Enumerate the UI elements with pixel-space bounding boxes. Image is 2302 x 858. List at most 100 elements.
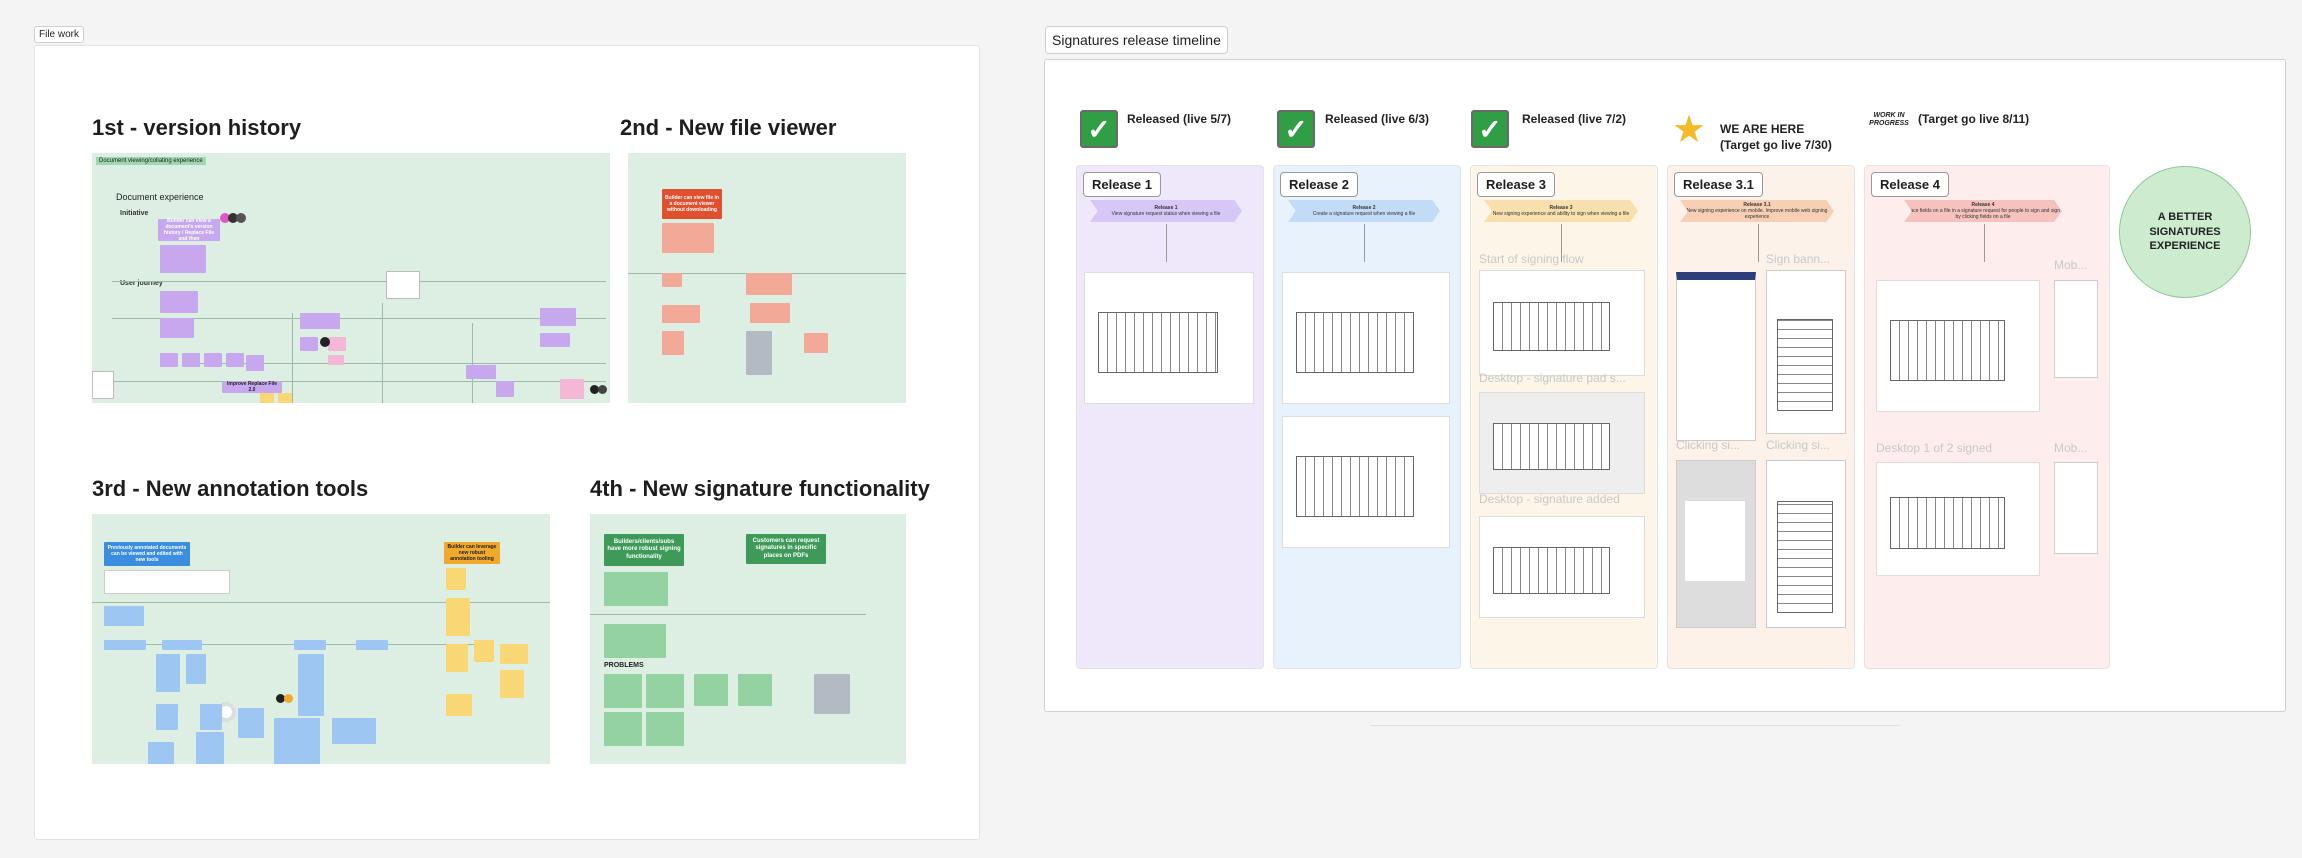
file-work-frame-tag[interactable]: File work [34,26,85,43]
release-3-tag[interactable]: Release 3 [1477,172,1555,197]
sticky-note[interactable] [604,572,668,606]
sticky-note[interactable] [260,393,274,403]
sticky-note[interactable] [540,333,570,347]
release-2-tag[interactable]: Release 2 [1280,172,1358,197]
sticky-note[interactable] [500,670,524,698]
sticky-note[interactable] [560,379,584,399]
sticky-note[interactable] [204,353,222,367]
sticky-note[interactable] [186,654,206,684]
sticky-note[interactable] [160,245,206,273]
sticky-note[interactable] [604,712,642,746]
sticky-annotated-documents[interactable]: Previously annotated documents can be vi… [104,542,190,566]
release-1-screenshot[interactable] [1084,272,1254,404]
sticky-note[interactable] [92,371,114,399]
sticky-note[interactable] [148,742,174,764]
sticky-note[interactable] [332,718,376,744]
sticky-note[interactable] [474,640,494,662]
signature-functionality-board[interactable]: Builders/clients/subs have more robust s… [590,514,906,764]
release-4-column[interactable] [1864,165,2110,669]
release-3-screenshot[interactable] [1479,270,1645,376]
sticky-note[interactable] [104,570,230,594]
sticky-note[interactable] [278,393,292,403]
file-viewer-board[interactable]: Builder can view file in a document view… [628,153,906,403]
sticky-improve-replace-file[interactable]: Improve Replace File 2.0 [223,381,281,393]
release-3-1-mobile-screen[interactable] [1676,272,1756,441]
sticky-note[interactable] [662,305,700,323]
sticky-note[interactable] [662,331,684,355]
release-3-1-mobile-screen[interactable] [1676,460,1756,628]
check-icon: ✓ [1471,110,1509,148]
sticky-note[interactable] [298,654,324,716]
sticky-note[interactable] [238,708,264,738]
release-1-column[interactable] [1076,165,1264,669]
timeline-frame-tag[interactable]: Signatures release timeline [1045,26,1228,54]
sticky-note[interactable] [604,624,666,658]
sticky-note[interactable] [746,273,792,295]
banner-text: View signature request status when viewi… [1111,211,1221,217]
release-3-screenshot[interactable] [1479,516,1645,618]
sticky-note[interactable] [300,313,340,329]
sticky-note[interactable] [646,712,684,746]
sticky-note[interactable] [814,674,850,714]
release-2-screenshot[interactable] [1282,416,1450,548]
sticky-note[interactable] [694,674,728,706]
sticky-note[interactable] [662,273,682,287]
sticky-note[interactable] [750,303,790,323]
sticky-file-viewer[interactable]: Builder can view file in a document view… [662,189,722,219]
sticky-note[interactable] [104,606,144,626]
sticky-note[interactable] [646,674,684,708]
sticky-note[interactable] [446,568,466,590]
sticky-note[interactable] [386,271,420,299]
star-icon: ★ [1672,109,1707,151]
sticky-request-signatures[interactable]: Customers can request signatures in spec… [746,534,826,564]
sticky-note[interactable] [294,640,326,650]
sticky-note[interactable] [604,674,642,708]
release-4-mobile-screen[interactable] [2054,462,2098,554]
sticky-note[interactable] [156,704,178,730]
sticky-note[interactable] [300,337,318,351]
release-4-screenshot[interactable] [1876,280,2040,412]
sticky-note[interactable] [662,223,714,253]
sticky-note[interactable] [226,353,244,367]
release-3-1-mobile-screen[interactable] [1766,270,1846,434]
sticky-note[interactable] [500,644,528,664]
sticky-note[interactable] [540,308,576,326]
release-4-screenshot[interactable] [1876,462,2040,576]
sticky-note[interactable] [356,640,388,650]
sticky-note[interactable] [196,732,224,764]
goal-circle[interactable]: A BETTER SIGNATURES EXPERIENCE [2119,166,2251,298]
sticky-note[interactable] [328,355,344,365]
release-4-mobile-screen[interactable] [2054,280,2098,378]
sticky-note[interactable] [246,355,264,371]
version-history-board[interactable]: Document viewing/collating experience Do… [92,153,610,403]
sticky-note[interactable] [804,333,828,353]
sticky-note[interactable] [466,365,496,379]
release-3-1-tag[interactable]: Release 3.1 [1674,172,1763,197]
release-1-tag[interactable]: Release 1 [1083,172,1161,197]
sticky-note[interactable] [328,337,346,351]
sticky-note[interactable] [738,674,772,706]
annotation-tools-board[interactable]: Previously annotated documents can be vi… [92,514,550,764]
sticky-note[interactable] [156,654,180,692]
sticky-note[interactable] [182,353,200,367]
sticky-note[interactable] [274,718,320,764]
release-4-banner: Release 4 Place fields on a file in a sig… [1904,200,2062,222]
sticky-note[interactable] [104,640,146,650]
release-2-screenshot[interactable] [1282,272,1450,404]
sticky-note[interactable] [446,598,470,636]
release-3-screenshot[interactable] [1479,392,1645,494]
sticky-note[interactable] [162,640,202,650]
sticky-signing-functionality[interactable]: Builders/clients/subs have more robust s… [604,534,684,566]
sticky-annotation-tooling[interactable]: Builder can leverage new robust annotati… [444,542,500,564]
sticky-note[interactable] [200,704,222,730]
sticky-note[interactable] [446,644,468,672]
sticky-note[interactable] [446,694,472,716]
release-3-1-mobile-screen[interactable] [1766,460,1846,628]
sticky-note[interactable] [160,353,178,367]
sticky-note[interactable] [496,381,514,397]
release-4-tag[interactable]: Release 4 [1871,172,1949,197]
sticky-note[interactable] [160,291,198,313]
sticky-note[interactable] [746,331,772,375]
sticky-note[interactable] [160,318,194,338]
sticky-version-history[interactable]: Builder can view a document's version hi… [158,218,220,242]
